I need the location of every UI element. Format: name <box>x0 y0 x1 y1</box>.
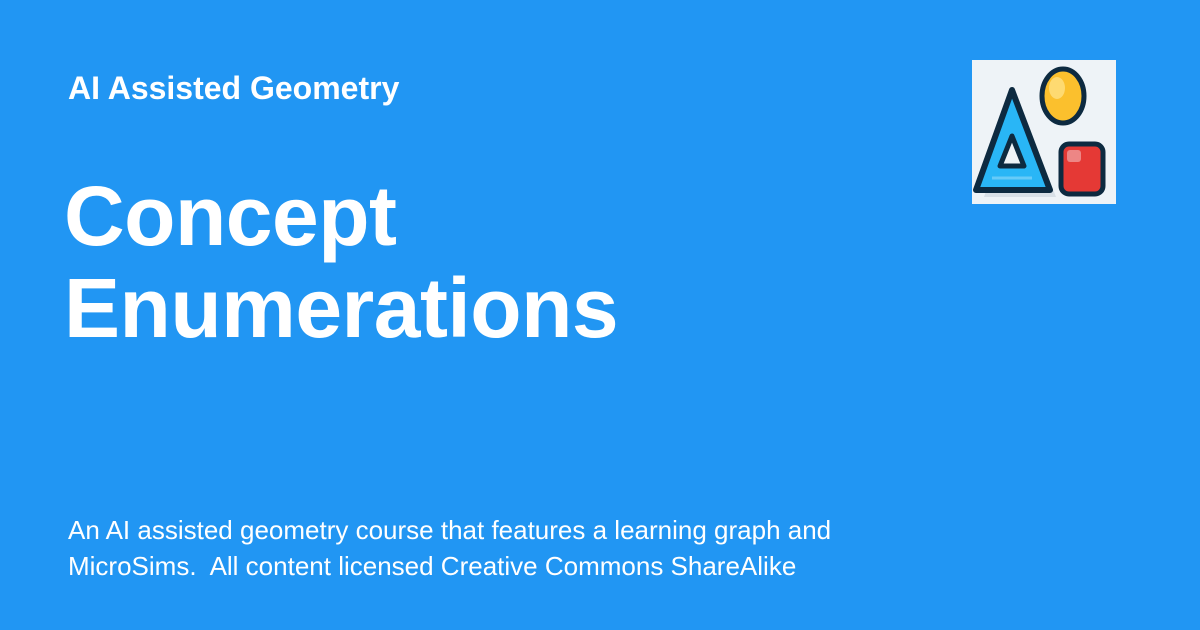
social-card: AI Assisted Geometry Concept Enumeration… <box>0 0 1200 630</box>
logo <box>972 60 1116 204</box>
page-description: An AI assisted geometry course that feat… <box>68 512 968 584</box>
square-shape <box>1058 141 1106 197</box>
description-line-2: MicroSims. All content licensed Creative… <box>68 551 797 581</box>
site-name: AI Assisted Geometry <box>68 70 400 106</box>
description-line-1: An AI assisted geometry course that feat… <box>68 515 832 545</box>
circle-shape <box>1039 66 1087 126</box>
page-title-line-1: Concept <box>64 169 397 263</box>
page-title: Concept Enumerations <box>64 170 884 354</box>
page-title-line-2: Enumerations <box>64 261 619 355</box>
geometry-shapes-icon <box>973 66 1106 197</box>
